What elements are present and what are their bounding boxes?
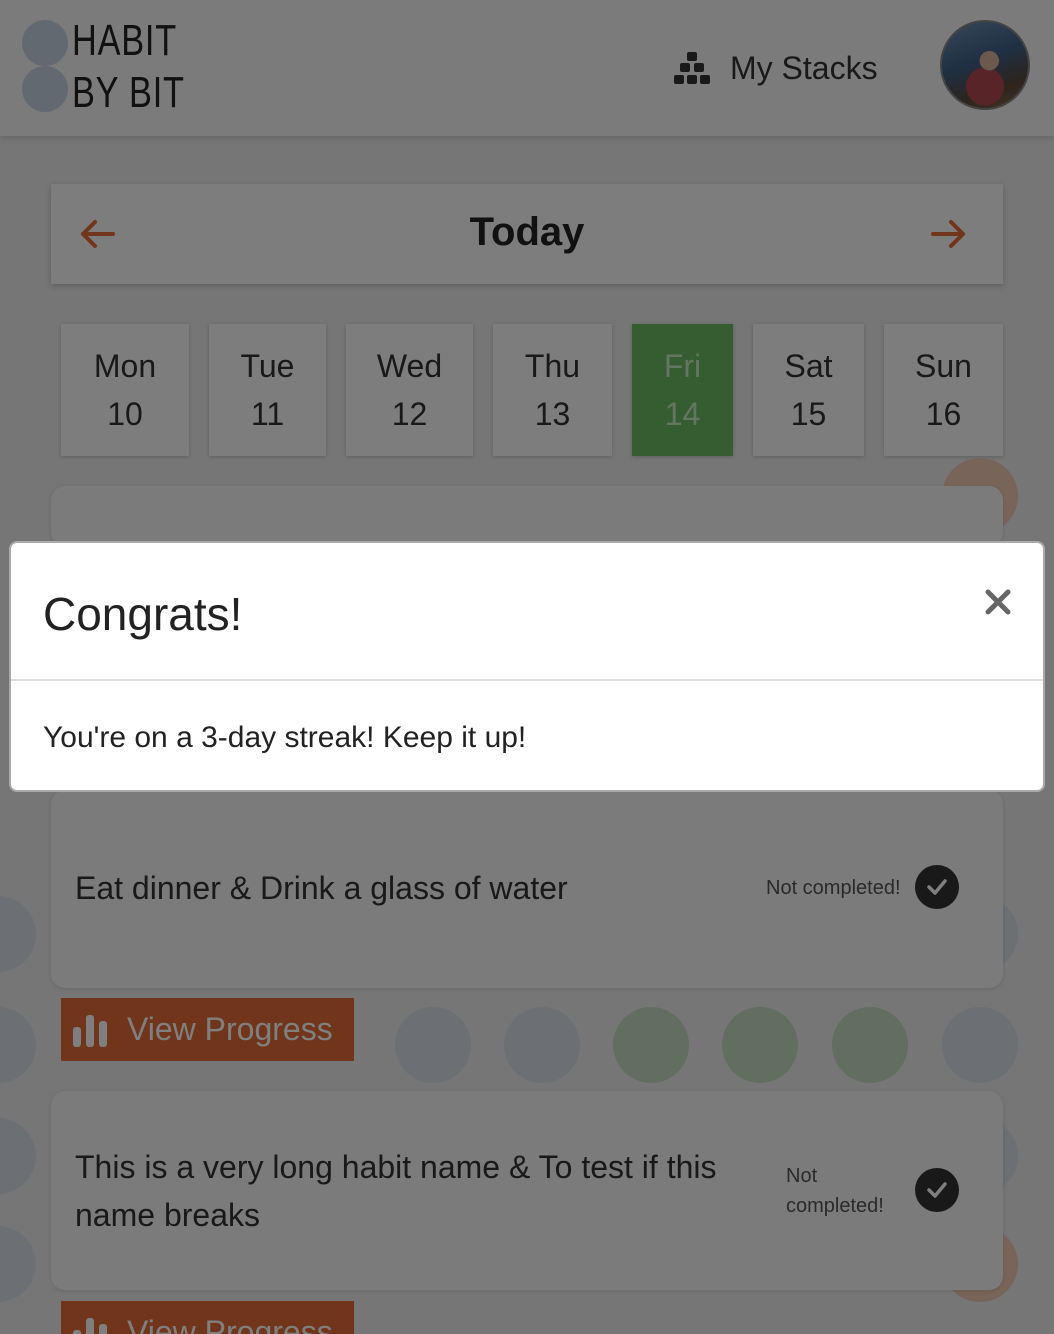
congrats-modal: Congrats! You're on a 3-day streak! Keep…: [9, 541, 1045, 792]
modal-message: You're on a 3-day streak! Keep it up!: [43, 721, 527, 754]
close-icon[interactable]: [983, 587, 1013, 617]
habit-app: HABIT BY BIT My Stacks Today Mon 1: [0, 0, 1054, 1334]
modal-title: Congrats!: [43, 588, 243, 640]
modal-header: Congrats!: [11, 543, 1043, 681]
